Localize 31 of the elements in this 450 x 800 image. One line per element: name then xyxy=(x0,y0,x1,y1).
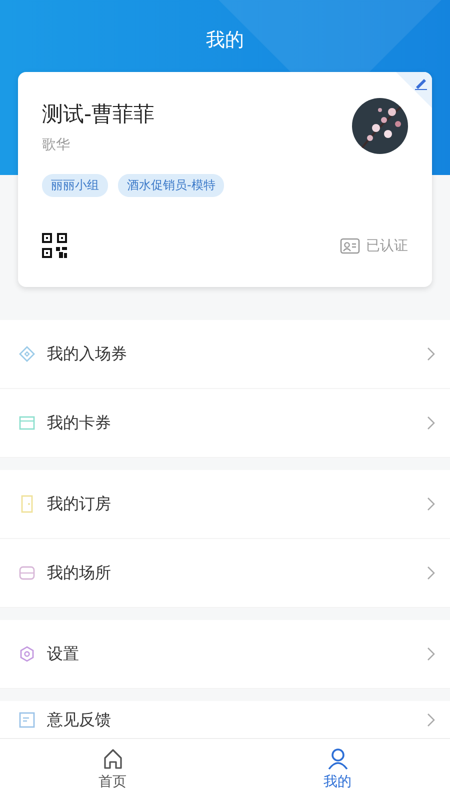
chevron-right-icon xyxy=(427,416,435,430)
edit-icon[interactable] xyxy=(414,76,428,90)
menu-item[interactable]: 意见反馈 xyxy=(0,701,450,739)
user-name: 测试-曹菲菲 xyxy=(42,101,155,128)
home-icon xyxy=(102,748,124,770)
chevron-right-icon xyxy=(427,647,435,661)
verified-status: 已认证 xyxy=(366,236,408,254)
user-icon xyxy=(326,748,348,770)
menu-item[interactable]: 我的订房 xyxy=(0,470,450,539)
door-icon xyxy=(19,495,35,513)
chevron-right-icon xyxy=(427,497,435,511)
shop-icon xyxy=(19,565,35,581)
menu-item[interactable]: 设置 xyxy=(0,620,450,689)
ticket-icon xyxy=(19,346,35,362)
group-tag: 酒水促销员-模特 xyxy=(118,174,224,197)
chevron-right-icon xyxy=(427,347,435,361)
chevron-right-icon xyxy=(427,713,435,727)
menu-item[interactable]: 我的场所 xyxy=(0,539,450,608)
settings-icon xyxy=(19,646,35,662)
menu-item[interactable]: 我的入场券 xyxy=(0,320,450,389)
feedback-icon xyxy=(19,712,35,728)
tab[interactable]: 我的 xyxy=(225,739,450,800)
company-name: 歌华 xyxy=(42,136,71,154)
id-card-icon xyxy=(340,238,360,254)
menu-item[interactable]: 我的卡券 xyxy=(0,389,450,458)
chevron-right-icon xyxy=(427,566,435,580)
coupon-icon xyxy=(19,415,35,431)
tab[interactable]: 首页 xyxy=(0,739,225,800)
group-tag: 丽丽小组 xyxy=(42,174,108,197)
page-title: 我的 xyxy=(205,28,245,53)
qr-code-icon[interactable] xyxy=(42,233,67,258)
